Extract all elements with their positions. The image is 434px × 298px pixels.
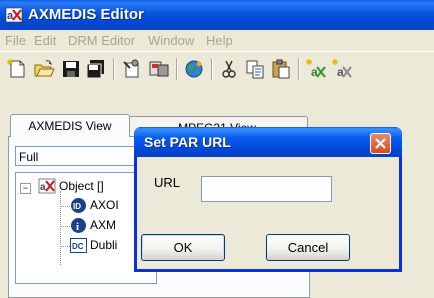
url-label: URL xyxy=(154,175,181,190)
toolbar-separator xyxy=(176,58,178,80)
tree-node-axinfo[interactable]: AXM xyxy=(90,218,116,232)
tree-collapse-toggle[interactable]: − xyxy=(20,183,31,194)
toolbar-separator xyxy=(211,58,213,80)
menu-drm-editor[interactable]: DRM Editor xyxy=(68,33,135,48)
id-icon: ID xyxy=(71,198,86,213)
tree-connector xyxy=(60,246,70,247)
tab-axmedis-view[interactable]: AXMEDIS View xyxy=(10,114,130,137)
menu-edit[interactable]: Edit xyxy=(34,33,56,48)
save-as-icon[interactable] xyxy=(85,58,107,80)
window-title-bar[interactable]: a AXMEDIS Editor xyxy=(0,0,434,30)
menu-help[interactable]: Help xyxy=(206,33,233,48)
copy-icon[interactable] xyxy=(244,58,266,80)
paste-icon[interactable] xyxy=(270,58,292,80)
properties-icon[interactable] xyxy=(121,58,143,80)
globe-icon[interactable] xyxy=(183,58,205,80)
svg-text:a: a xyxy=(7,10,14,22)
svg-text:a: a xyxy=(40,182,46,193)
new-doc-icon[interactable] xyxy=(6,58,28,80)
menu-window[interactable]: Window xyxy=(148,33,194,48)
publish-icon[interactable] xyxy=(148,58,170,80)
tree-connector xyxy=(60,226,70,227)
info-icon: i xyxy=(71,218,86,233)
dialog-title-bar[interactable]: Set PAR URL xyxy=(134,127,402,157)
set-par-url-dialog: Set PAR URL URL OK Cancel xyxy=(134,127,402,272)
close-icon xyxy=(375,138,386,149)
axmedis-logo-icon: a xyxy=(5,7,23,23)
toolbar-separator xyxy=(298,58,300,80)
svg-text:i: i xyxy=(76,221,79,233)
svg-text:ID: ID xyxy=(73,202,81,211)
menu-file[interactable]: File xyxy=(5,33,26,48)
toolbar: a a xyxy=(0,51,434,106)
dialog-title: Set PAR URL xyxy=(144,134,231,150)
dublin-core-icon: DC xyxy=(70,238,87,253)
tree-connector xyxy=(60,206,70,207)
tree-node-axoid[interactable]: AXOI xyxy=(90,198,119,212)
object-icon: a xyxy=(38,178,56,194)
open-folder-icon[interactable] xyxy=(33,58,55,80)
window-title: AXMEDIS Editor xyxy=(28,6,144,23)
add-object-icon[interactable]: a xyxy=(305,58,327,80)
toolbar-separator xyxy=(113,58,115,80)
tab-label: AXMEDIS View xyxy=(28,119,112,133)
svg-text:DC: DC xyxy=(72,242,84,251)
save-icon[interactable] xyxy=(60,58,82,80)
ok-button[interactable]: OK xyxy=(141,234,225,261)
tree-node-root[interactable]: Object [] xyxy=(59,179,104,193)
close-button[interactable] xyxy=(370,133,391,154)
cancel-button[interactable]: Cancel xyxy=(266,234,350,261)
tree-node-dublin-core[interactable]: Dubli xyxy=(90,238,117,252)
url-input[interactable] xyxy=(201,176,332,202)
dialog-body: URL OK Cancel xyxy=(137,157,399,269)
add-resource-icon[interactable]: a xyxy=(331,58,353,80)
menu-bar: File Edit DRM Editor Window Help xyxy=(0,30,434,50)
tree-connector xyxy=(60,191,61,265)
cut-icon[interactable] xyxy=(218,58,240,80)
